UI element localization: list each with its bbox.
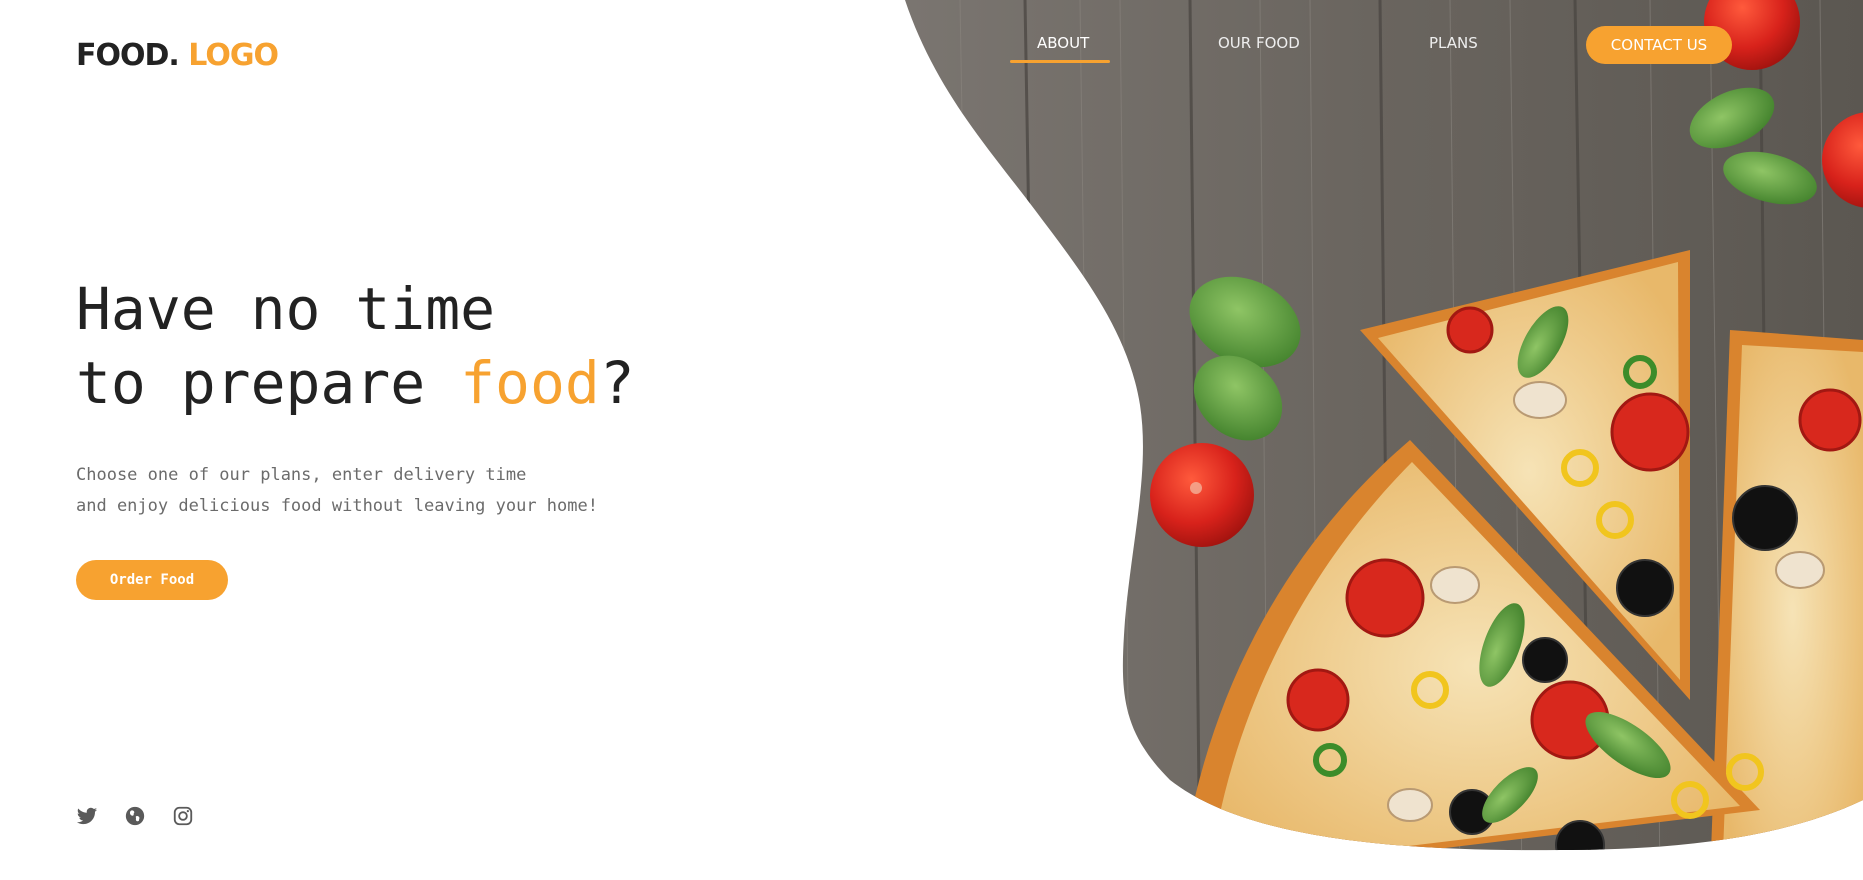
headline-accent-word: food <box>460 349 600 417</box>
subtext-line-2: and enjoy delicious food without leaving… <box>76 496 598 516</box>
hero-pizza-image <box>905 0 1863 851</box>
order-food-button[interactable]: Order Food <box>76 560 228 600</box>
social-links <box>76 805 194 827</box>
globe-icon <box>125 806 145 826</box>
headline-line-1: Have no time <box>76 275 496 343</box>
subtext-line-1: Choose one of our plans, enter delivery … <box>76 465 527 485</box>
nav-item-our-food[interactable]: OUR FOOD <box>1218 34 1300 52</box>
hero-subtext: Choose one of our plans, enter delivery … <box>76 460 598 522</box>
contact-us-button[interactable]: CONTACT US <box>1586 26 1732 64</box>
nav-active-underline <box>1010 60 1110 63</box>
twitter-link[interactable] <box>76 805 98 827</box>
headline-line-2-prefix: to prepare <box>76 349 461 417</box>
instagram-icon <box>173 806 193 826</box>
hero-headline: Have no time to prepare food? <box>76 272 635 420</box>
main-navigation: ABOUT OUR FOOD PLANS CONTACT US <box>0 0 1863 80</box>
globe-link[interactable] <box>124 805 146 827</box>
nav-item-plans[interactable]: PLANS <box>1429 34 1478 52</box>
twitter-icon <box>76 807 98 825</box>
instagram-link[interactable] <box>172 805 194 827</box>
headline-line-2-suffix: ? <box>599 349 635 417</box>
landing-page: FOOD. LOGO ABOUT OUR FOOD PLANS CONTACT … <box>0 0 1863 880</box>
nav-item-about[interactable]: ABOUT <box>1037 34 1089 52</box>
